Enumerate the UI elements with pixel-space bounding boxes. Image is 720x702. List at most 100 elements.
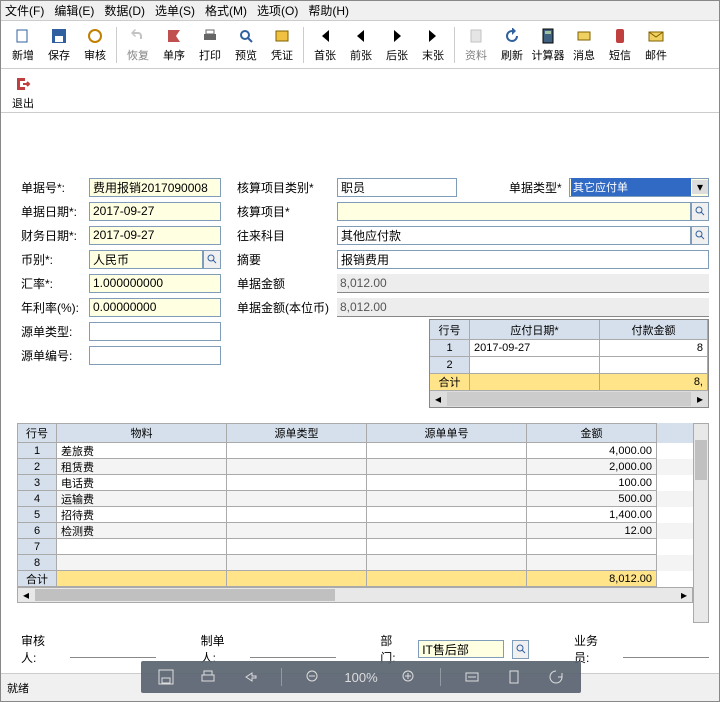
dg-h-amt[interactable]: 金额 [527, 423, 657, 443]
fld-srcno[interactable] [89, 346, 221, 365]
tb-refresh[interactable]: 刷新 [494, 23, 530, 67]
lookup-curr[interactable] [203, 250, 221, 269]
float-toolbar: 100% [141, 661, 581, 693]
dg-h-srctype[interactable]: 源单类型 [227, 423, 367, 443]
lbl-findate: 财务日期*: [21, 227, 89, 244]
menu-format[interactable]: 格式(M) [205, 2, 247, 19]
dg-h-srcno[interactable]: 源单单号 [367, 423, 527, 443]
tb-seq[interactable]: 单序 [156, 23, 192, 67]
lbl-yearint: 年利率(%): [21, 299, 89, 316]
lookup-dept[interactable] [512, 640, 529, 659]
tb-voucher[interactable]: 凭证 [264, 23, 300, 67]
fld-rate[interactable]: 1.000000000 [89, 274, 221, 293]
table-row[interactable]: 6检测费12.00 [17, 523, 693, 539]
fb-print-icon[interactable] [197, 666, 219, 688]
fb-share-icon[interactable] [239, 666, 261, 688]
tb-first[interactable]: 首张 [307, 23, 343, 67]
lbl-docamtloc: 单据金额(本位币) [237, 299, 337, 316]
dg-h-mat[interactable]: 物料 [57, 423, 227, 443]
fb-fitwidth-icon[interactable] [461, 666, 483, 688]
table-row[interactable]: 1 2017-09-27 8 [430, 340, 708, 357]
lbl-summary: 摘要 [237, 251, 337, 268]
toolbar: 新增 保存 审核 恢复 单序 打印 预览 凭证 首张 前张 后张 末张 资料 刷… [1, 21, 719, 69]
menu-option[interactable]: 选项(O) [257, 2, 298, 19]
menu-file[interactable]: 文件(F) [5, 2, 44, 19]
table-row[interactable]: 4运输费500.00 [17, 491, 693, 507]
table-row[interactable]: 3电话费100.00 [17, 475, 693, 491]
fb-zoom-out-icon[interactable] [302, 666, 324, 688]
pg-h-date[interactable]: 应付日期* [470, 320, 600, 340]
table-row[interactable]: 8 [17, 555, 693, 571]
table-row[interactable]: 7 [17, 539, 693, 555]
table-row[interactable]: 1差旅费4,000.00 [17, 443, 693, 459]
table-row[interactable]: 5招待费1,400.00 [17, 507, 693, 523]
save-icon [50, 27, 68, 45]
fb-save-icon[interactable] [155, 666, 177, 688]
sms-icon [611, 27, 629, 45]
lbl-billdate: 单据日期*: [21, 203, 89, 220]
tb-msg[interactable]: 消息 [566, 23, 602, 67]
fb-zoom-in-icon[interactable] [398, 666, 420, 688]
chevron-down-icon[interactable]: ▾ [692, 180, 708, 194]
lbl-reviewer: 审核人: [21, 632, 58, 666]
fld-findate[interactable]: 2017-09-27 [89, 226, 221, 245]
tb-print[interactable]: 打印 [192, 23, 228, 67]
menu-data[interactable]: 数据(D) [104, 2, 145, 19]
tb-new[interactable]: 新增 [5, 23, 41, 67]
menu-bar: 文件(F) 编辑(E) 数据(D) 选单(S) 格式(M) 选项(O) 帮助(H… [1, 1, 719, 21]
lbl-curr: 币别*: [21, 251, 89, 268]
fld-billdate[interactable]: 2017-09-27 [89, 202, 221, 221]
table-row[interactable]: 2 [430, 357, 708, 374]
fld-fromacct[interactable]: 其他应付款 [337, 226, 691, 245]
lbl-srctype: 源单类型: [21, 323, 89, 340]
tb-next[interactable]: 后张 [379, 23, 415, 67]
fld-docamt: 8,012.00 [337, 274, 709, 293]
fld-srctype[interactable] [89, 322, 221, 341]
dg-vscroll[interactable] [693, 423, 709, 623]
msg-icon [575, 27, 593, 45]
lbl-rate: 汇率*: [21, 275, 89, 292]
fld-acctcat[interactable]: 职员 [337, 178, 457, 197]
tb-review[interactable]: 审核 [77, 23, 113, 67]
first-icon [316, 27, 334, 45]
tb-sms[interactable]: 短信 [602, 23, 638, 67]
tb-exit[interactable]: 退出 [5, 71, 41, 115]
pg-hscroll[interactable]: ◂▸ [430, 391, 708, 407]
tb-info[interactable]: 资料 [458, 23, 494, 67]
lbl-acctitem: 核算项目* [237, 203, 337, 220]
fld-doctype[interactable]: 其它应付单▾ [569, 178, 709, 197]
tb-prev[interactable]: 前张 [343, 23, 379, 67]
tb-calc[interactable]: 计算器 [530, 23, 566, 67]
tb-mail[interactable]: 邮件 [638, 23, 674, 67]
next-icon [388, 27, 406, 45]
fb-rotate-icon[interactable] [545, 666, 567, 688]
tb-save[interactable]: 保存 [41, 23, 77, 67]
form-right: 核算项目类别*职员 单据类型* 其它应付单▾ 核算项目* 往来科目其他应付款 摘… [237, 175, 709, 319]
menu-help[interactable]: 帮助(H) [308, 2, 349, 19]
voucher-icon [273, 27, 291, 45]
fld-yearint[interactable]: 0.00000000 [89, 298, 221, 317]
tb-preview[interactable]: 预览 [228, 23, 264, 67]
fld-curr[interactable]: 人民币 [89, 250, 203, 269]
dg-hscroll[interactable]: ◂▸ [17, 587, 693, 603]
fld-acctitem[interactable] [337, 202, 691, 221]
mail-icon [647, 27, 665, 45]
preview-icon [237, 27, 255, 45]
undo-icon [129, 27, 147, 45]
fld-billno[interactable]: 费用报销2017090008 [89, 178, 221, 197]
table-row-total: 合计 8, [430, 374, 708, 391]
fb-zoom-level: 100% [344, 670, 377, 685]
tb-last[interactable]: 末张 [415, 23, 451, 67]
table-row[interactable]: 2租赁费2,000.00 [17, 459, 693, 475]
fld-dept[interactable]: IT售后部 [418, 640, 504, 658]
fld-summary[interactable]: 报销费用 [337, 250, 709, 269]
pg-h-row: 行号 [430, 320, 470, 340]
lookup-acctitem[interactable] [691, 202, 709, 221]
menu-edit[interactable]: 编辑(E) [54, 2, 94, 19]
fb-fitpage-icon[interactable] [503, 666, 525, 688]
footer-form: 审核人: 制单人: 部门:IT售后部 业务员: [21, 635, 709, 663]
menu-select[interactable]: 选单(S) [155, 2, 195, 19]
pg-h-amt[interactable]: 付款金额 [600, 320, 708, 340]
lookup-fromacct[interactable] [691, 226, 709, 245]
tb-restore[interactable]: 恢复 [120, 23, 156, 67]
